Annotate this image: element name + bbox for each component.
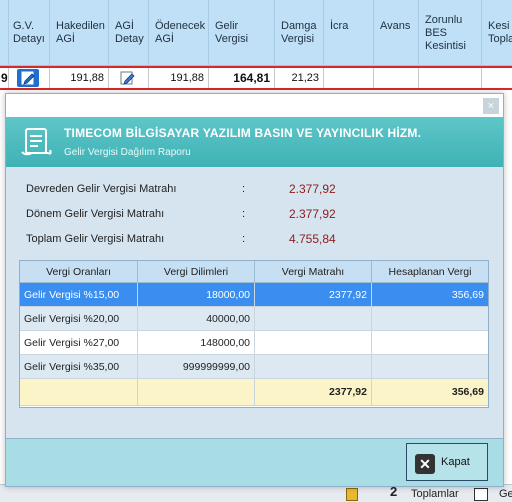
dialog-banner: TIMECOM BİLGİSAYAR YAZILIM BASIN VE YAYI… — [6, 117, 503, 167]
bracket-cell: 18000,00 — [138, 283, 255, 307]
payroll-grid: G.V. Detayı Hakedilen AGİ AGİ Detay Öden… — [0, 0, 512, 93]
avans-cell — [374, 68, 419, 88]
th-hesaplanan-vergi[interactable]: Hesaplanan Vergi — [372, 261, 488, 283]
rate-cell: Gelir Vergisi %15,00 — [20, 283, 138, 307]
col-icra[interactable]: İcra — [324, 0, 374, 66]
table-row[interactable]: Gelir Vergisi %15,00 18000,00 2377,92 35… — [20, 283, 488, 307]
gv-detay-edit-icon[interactable] — [17, 69, 39, 87]
totals-label[interactable]: Toplamlar — [411, 487, 459, 501]
totals-number: 2 — [390, 484, 398, 499]
kesinti-toplam-cell — [482, 68, 512, 88]
toplam-matrah-value: 4.755,84 — [289, 232, 336, 246]
table-row[interactable]: Gelir Vergisi %35,00 999999999,00 — [20, 355, 488, 379]
col-odenecek-agi[interactable]: Ödenecek AGİ — [149, 0, 209, 66]
base-cell — [255, 307, 372, 331]
gv-detay-cell — [9, 68, 50, 88]
table-row[interactable]: Gelir Vergisi %20,00 40000,00 — [20, 307, 488, 331]
col-zorunlu-bes[interactable]: Zorunlu BES Kesintisi — [419, 0, 482, 66]
dialog-footer: ✕ Kapat — [6, 438, 503, 486]
agi-detay-edit-icon[interactable] — [117, 69, 139, 87]
devreden-matrah-label: Devreden Gelir Vergisi Matrahı — [26, 183, 177, 195]
tax-cell — [372, 331, 488, 355]
tax-distribution-dialog: × TIMECOM BİLGİSAYAR YAZILIM BASIN VE YA… — [5, 93, 504, 487]
total-base-cell: 2377,92 — [255, 379, 372, 406]
report-subtitle: Gelir Vergisi Dağılım Raporu — [64, 147, 191, 158]
trailing-label: Ge — [499, 488, 512, 500]
col-agi-detay[interactable]: AGİ Detay — [109, 0, 149, 66]
warning-icon[interactable] — [346, 488, 358, 501]
tax-cell — [372, 307, 488, 331]
bracket-cell: 40000,00 — [138, 307, 255, 331]
report-icon[interactable] — [474, 488, 488, 501]
totals-blank-cell — [20, 379, 138, 406]
col-damga-vergisi[interactable]: Damga Vergisi — [275, 0, 324, 66]
company-name: TIMECOM BİLGİSAYAR YAZILIM BASIN VE YAYI… — [64, 126, 422, 140]
row-lead-digit: 9 — [0, 68, 9, 88]
hakedilen-agi-cell: 191,88 — [50, 68, 109, 88]
grid-header: G.V. Detayı Hakedilen AGİ AGİ Detay Öden… — [0, 0, 512, 66]
damga-vergisi-cell: 21,23 — [275, 68, 324, 88]
devreden-matrah-value: 2.377,92 — [289, 182, 336, 196]
base-cell: 2377,92 — [255, 283, 372, 307]
zorunlu-bes-cell — [419, 68, 482, 88]
bracket-cell: 999999999,00 — [138, 355, 255, 379]
grid-row[interactable]: 9 191,88 191,88 164,81 21,23 — [0, 66, 512, 90]
tax-cell: 356,69 — [372, 283, 488, 307]
th-vergi-oranlari[interactable]: Vergi Oranları — [20, 261, 138, 283]
base-cell — [255, 331, 372, 355]
bracket-cell: 148000,00 — [138, 331, 255, 355]
odenecek-agi-cell: 191,88 — [149, 68, 209, 88]
summary-colon: : — [242, 208, 246, 220]
col-gv-detay[interactable]: G.V. Detayı — [9, 0, 50, 66]
summary-colon: : — [242, 183, 246, 195]
gelir-vergisi-cell: 164,81 — [209, 68, 275, 88]
rate-cell: Gelir Vergisi %20,00 — [20, 307, 138, 331]
th-vergi-dilimleri[interactable]: Vergi Dilimleri — [138, 261, 255, 283]
tax-cell — [372, 355, 488, 379]
totals-blank-cell — [138, 379, 255, 406]
totals-row: 2377,92 356,69 — [20, 379, 488, 406]
col-avans[interactable]: Avans — [374, 0, 419, 66]
icra-cell — [324, 68, 374, 88]
col-kesinti-toplam[interactable]: Kesi Topla — [482, 0, 512, 66]
col-hakedilen-agi[interactable]: Hakedilen AGİ — [50, 0, 109, 66]
rate-cell: Gelir Vergisi %35,00 — [20, 355, 138, 379]
close-x-icon: ✕ — [415, 454, 435, 474]
tax-bracket-table: Vergi Oranları Vergi Dilimleri Vergi Mat… — [19, 260, 489, 408]
report-scroll-icon — [20, 126, 54, 158]
th-vergi-matrahi[interactable]: Vergi Matrahı — [255, 261, 372, 283]
kapat-label: Kapat — [441, 456, 470, 468]
agi-detay-cell — [109, 68, 149, 88]
toplam-matrah-label: Toplam Gelir Vergisi Matrahı — [26, 233, 165, 245]
close-icon[interactable]: × — [483, 98, 499, 114]
grid-header-lead — [0, 0, 9, 66]
total-tax-cell: 356,69 — [372, 379, 488, 406]
dialog-title-strip: × — [6, 94, 503, 117]
col-gelir-vergisi[interactable]: Gelir Vergisi — [209, 0, 275, 66]
table-row[interactable]: Gelir Vergisi %27,00 148000,00 — [20, 331, 488, 355]
rate-cell: Gelir Vergisi %27,00 — [20, 331, 138, 355]
summary-colon: : — [242, 233, 246, 245]
donem-matrah-value: 2.377,92 — [289, 207, 336, 221]
kapat-button[interactable]: ✕ Kapat — [406, 443, 488, 481]
donem-matrah-label: Dönem Gelir Vergisi Matrahı — [26, 208, 165, 220]
base-cell — [255, 355, 372, 379]
